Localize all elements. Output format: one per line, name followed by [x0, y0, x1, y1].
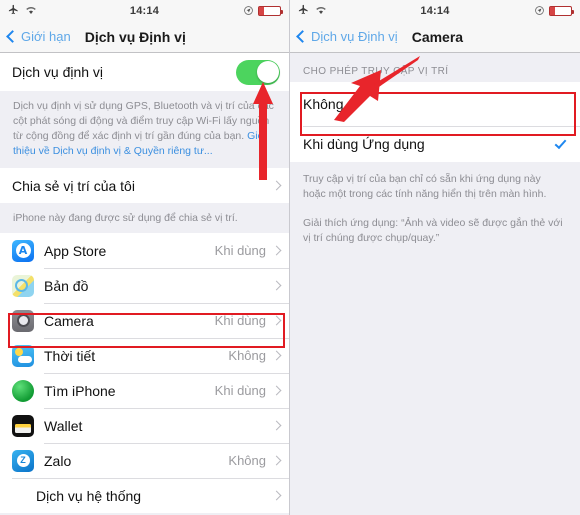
- back-button-dich-vu-dinh-vi[interactable]: Dịch vụ Định vị: [296, 29, 398, 44]
- location-access-options: Không Khi dùng Ứng dụng: [290, 82, 580, 162]
- location-arrow-icon: [535, 2, 544, 20]
- right-phone-screen: 14:14 Dịch vụ Định vị Camera CHO PHÉP TR…: [290, 0, 580, 515]
- right-status-bar: 14:14: [290, 0, 580, 21]
- row-zalo[interactable]: Zalo Không: [0, 443, 289, 478]
- left-status-bar: 14:14: [0, 0, 289, 21]
- battery-low-icon: [549, 5, 574, 16]
- camera-icon: [12, 309, 34, 332]
- location-access-note-2: Giải thích ứng dụng: “Ảnh và video sẽ đư…: [290, 202, 580, 246]
- maps-icon: [12, 274, 34, 297]
- share-location-label: Chia sẻ vị trí của tôi: [12, 177, 135, 194]
- chevron-right-icon: [271, 245, 282, 256]
- app-name-label: App Store: [44, 242, 107, 259]
- row-location-services[interactable]: Dịch vụ định vị: [0, 53, 289, 91]
- option-label: Không: [303, 96, 344, 112]
- location-access-note-1: Truy cập vị trí của bạn chỉ có sẵn khi ứ…: [290, 162, 580, 202]
- description-text: Dịch vụ định vị sử dụng GPS, Bluetooth v…: [13, 100, 274, 142]
- find-iphone-icon: [12, 379, 34, 402]
- option-label: Khi dùng Ứng dụng: [303, 136, 425, 152]
- row-maps[interactable]: Bản đồ: [0, 268, 289, 303]
- back-button-label: Giới hạn: [21, 29, 71, 44]
- chevron-right-icon: [271, 420, 282, 431]
- row-wallet[interactable]: Wallet: [0, 408, 289, 443]
- right-status-right-icons: [535, 0, 574, 21]
- chevron-right-icon: [271, 315, 282, 326]
- location-arrow-icon: [244, 2, 253, 20]
- left-status-right-icons: [244, 0, 283, 21]
- app-name-label: Tìm iPhone: [44, 382, 116, 399]
- location-services-description: Dịch vụ định vị sử dụng GPS, Bluetooth v…: [0, 91, 289, 168]
- app-name-label: Camera: [44, 312, 94, 329]
- system-services-label: Dịch vụ hệ thống: [36, 487, 142, 504]
- app-name-label: Wallet: [44, 417, 83, 434]
- left-phone-screen: 14:14 Giới hạn Dịch vụ Định vị Dịch vụ đ…: [0, 0, 290, 515]
- back-button-gioi-han[interactable]: Giới hạn: [6, 29, 71, 44]
- row-system-services[interactable]: Dịch vụ hệ thống: [0, 478, 289, 513]
- app-name-label: Thời tiết: [44, 347, 96, 364]
- right-nav-bar: Dịch vụ Định vị Camera: [290, 21, 580, 53]
- chevron-right-icon: [271, 280, 282, 291]
- app-permission-value: Không: [228, 348, 266, 363]
- location-services-toggle-group: Dịch vụ định vị: [0, 53, 289, 91]
- chevron-right-icon: [271, 180, 282, 191]
- battery-low-icon: [258, 5, 283, 16]
- row-app-store[interactable]: App Store Khi dùng: [0, 233, 289, 268]
- chevron-right-icon: [271, 350, 282, 361]
- option-row-khi-dung-ung-dung[interactable]: Khi dùng Ứng dụng: [290, 126, 580, 162]
- allow-location-access-header: CHO PHÉP TRUY CẬP VỊ TRÍ: [290, 53, 580, 82]
- two-phone-screenshots: 14:14 Giới hạn Dịch vụ Định vị Dịch vụ đ…: [0, 0, 580, 515]
- location-services-label: Dịch vụ định vị: [12, 64, 104, 80]
- chevron-left-icon: [6, 30, 19, 43]
- row-share-my-location[interactable]: Chia sẻ vị trí của tôi: [0, 168, 289, 203]
- app-permission-value: Khi dùng: [214, 313, 266, 328]
- zalo-icon: [12, 449, 34, 472]
- left-nav-bar: Giới hạn Dịch vụ Định vị: [0, 21, 289, 53]
- app-permission-value: Không: [228, 453, 266, 468]
- app-name-label: Zalo: [44, 452, 72, 469]
- chevron-right-icon: [271, 385, 282, 396]
- share-location-group: Chia sẻ vị trí của tôi: [0, 168, 289, 203]
- option-row-khong[interactable]: Không: [290, 82, 580, 126]
- app-name-label: Bản đồ: [44, 277, 89, 294]
- weather-icon: [12, 344, 34, 367]
- location-services-toggle[interactable]: [236, 59, 280, 85]
- left-page-title: Dịch vụ Định vị: [84, 28, 186, 45]
- app-permission-value: Khi dùng: [214, 243, 266, 258]
- app-permission-value: Khi dùng: [214, 383, 266, 398]
- app-store-icon: [12, 239, 34, 262]
- share-location-note: iPhone này đang được sử dụng để chia sẻ …: [0, 203, 289, 233]
- back-button-label: Dịch vụ Định vị: [311, 29, 398, 44]
- row-weather[interactable]: Thời tiết Không: [0, 338, 289, 373]
- row-find-iphone[interactable]: Tìm iPhone Khi dùng: [0, 373, 289, 408]
- app-permissions-list: App Store Khi dùng Bản đồ Camera Khi dùn…: [0, 233, 289, 513]
- right-page-title: Camera: [411, 28, 464, 45]
- chevron-right-icon: [271, 455, 282, 466]
- wallet-icon: [12, 414, 34, 437]
- chevron-left-icon: [296, 30, 309, 43]
- checkmark-icon: [554, 136, 567, 149]
- row-camera[interactable]: Camera Khi dùng: [0, 303, 289, 338]
- chevron-right-icon: [271, 490, 282, 501]
